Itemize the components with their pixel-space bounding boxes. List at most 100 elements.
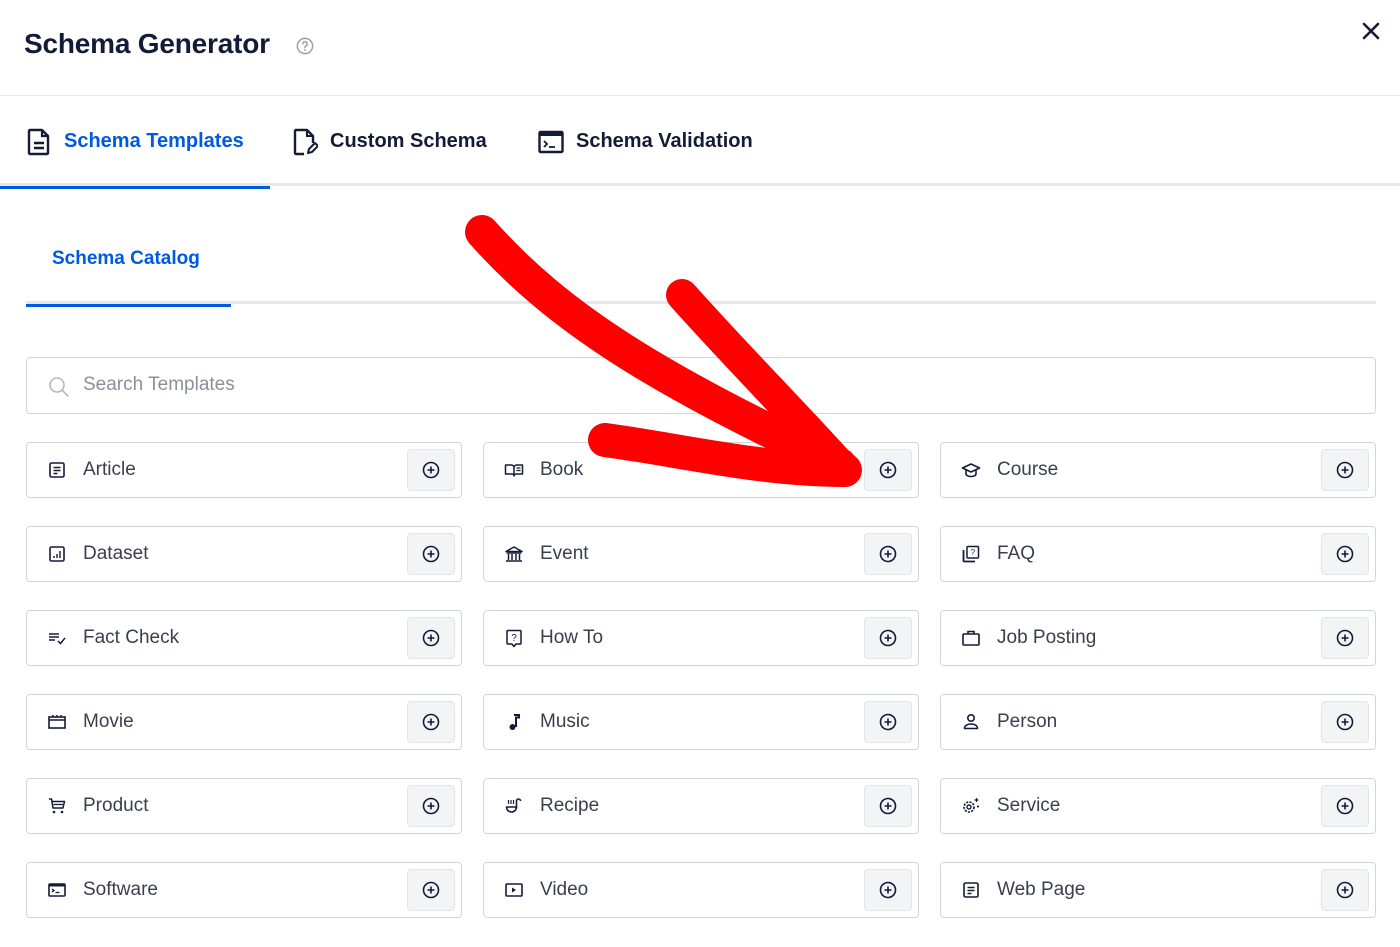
plus-circle-icon [422,629,440,647]
plus-circle-icon [879,629,897,647]
template-label: Job Posting [997,627,1097,648]
plus-circle-icon [879,545,897,563]
add-fact-check-button[interactable] [407,617,455,659]
template-label: Article [83,459,136,480]
add-faq-button[interactable] [1321,533,1369,575]
plus-circle-icon [879,881,897,899]
template-label: Software [83,879,158,900]
briefcase-icon [962,630,980,646]
search-icon [49,377,69,397]
subtab-label: Schema Catalog [52,248,200,269]
plus-circle-icon [1336,629,1354,647]
template-card-how-to[interactable]: ? How To [483,610,919,666]
template-label: Dataset [83,543,149,564]
plus-circle-icon [879,713,897,731]
add-web-page-button[interactable] [1321,869,1369,911]
plus-circle-icon [422,881,440,899]
template-label: Recipe [540,795,600,816]
template-card-service[interactable]: Service [940,778,1376,834]
shopping-cart-icon [49,798,66,814]
tab-label: Schema Validation [576,130,753,152]
question-stack-icon: ? [962,545,980,563]
play-box-icon [505,883,523,897]
svg-text:?: ? [511,633,517,644]
template-label: Course [997,459,1059,480]
template-card-video[interactable]: Video [483,862,919,918]
template-card-book[interactable]: Book [483,442,919,498]
template-label: Event [540,543,589,564]
template-card-job-posting[interactable]: Job Posting [940,610,1376,666]
question-circle-icon[interactable] [296,37,314,55]
add-software-button[interactable] [407,869,455,911]
template-card-recipe[interactable]: Recipe [483,778,919,834]
template-card-event[interactable]: Event [483,526,919,582]
svg-text:?: ? [971,548,976,557]
subtab-schema-catalog[interactable]: Schema Catalog [26,216,231,307]
building-columns-icon [505,546,523,562]
template-card-web-page[interactable]: Web Page [940,862,1376,918]
add-how-to-button[interactable] [864,617,912,659]
plus-circle-icon [1336,461,1354,479]
plus-circle-icon [422,797,440,815]
plus-circle-icon [422,545,440,563]
template-label: Book [540,459,584,480]
template-card-music[interactable]: Music [483,694,919,750]
template-label: Web Page [997,879,1086,900]
plus-circle-icon [1336,545,1354,563]
template-label: Video [540,879,589,900]
template-label: FAQ [997,543,1036,564]
add-job-posting-button[interactable] [1321,617,1369,659]
template-label: Product [83,795,149,816]
clapperboard-icon [48,715,66,729]
open-book-icon [504,464,524,477]
tab-custom-schema[interactable]: Custom Schema [292,97,487,186]
template-card-article[interactable]: Article [26,442,462,498]
add-service-button[interactable] [1321,785,1369,827]
sub-tabs: Schema Catalog [26,216,1376,307]
add-dataset-button[interactable] [407,533,455,575]
template-card-dataset[interactable]: Dataset [26,526,462,582]
template-card-software[interactable]: Software [26,862,462,918]
template-card-movie[interactable]: Movie [26,694,462,750]
template-label: Fact Check [83,627,180,648]
template-card-fact-check[interactable]: Fact Check [26,610,462,666]
add-course-button[interactable] [1321,449,1369,491]
question-bubble-icon: ? [506,629,522,648]
template-card-person[interactable]: Person [940,694,1376,750]
close-icon[interactable] [1358,18,1384,44]
template-label: Service [997,795,1061,816]
add-music-button[interactable] [864,701,912,743]
add-event-button[interactable] [864,533,912,575]
search-input[interactable] [83,358,1353,412]
main-tabs: Schema Templates Custom Schema Schema Va… [0,97,1400,189]
template-card-faq[interactable]: ? FAQ [940,526,1376,582]
page-title: Schema Generator [24,28,270,59]
tab-schema-templates[interactable]: Schema Templates [0,97,270,189]
template-label: How To [540,627,604,648]
add-article-button[interactable] [407,449,455,491]
terminal-window-icon [538,130,564,153]
music-note-icon [509,714,520,730]
template-card-product[interactable]: Product [26,778,462,834]
tab-label: Schema Templates [64,130,244,152]
template-label: Person [997,711,1058,732]
document-edit-icon [293,128,318,155]
plus-circle-icon [879,797,897,815]
document-icon [27,128,50,155]
terminal-icon [48,883,66,897]
add-video-button[interactable] [864,869,912,911]
template-card-course[interactable]: Course [940,442,1376,498]
ladle-icon [505,798,522,813]
gear-sparkle-icon [963,798,979,813]
add-person-button[interactable] [1321,701,1369,743]
tab-schema-validation[interactable]: Schema Validation [538,97,753,186]
modal-header: Schema Generator [0,0,1400,96]
add-product-button[interactable] [407,785,455,827]
add-recipe-button[interactable] [864,785,912,827]
chart-box-icon [49,546,65,562]
plus-circle-icon [1336,881,1354,899]
add-book-button[interactable] [864,449,912,491]
article-icon [49,462,65,478]
plus-circle-icon [879,461,897,479]
add-movie-button[interactable] [407,701,455,743]
